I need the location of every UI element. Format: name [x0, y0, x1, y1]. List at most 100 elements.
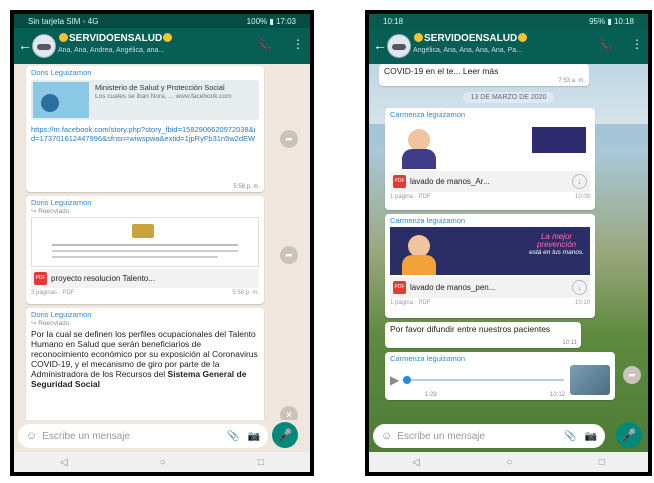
- message-bubble-audio[interactable]: Carmenza leguizamon ▶ 1:29 10:12: [385, 352, 615, 400]
- message-bubble-text[interactable]: Doris Leguizamon ↪ Reenviado Por la cual…: [26, 308, 264, 420]
- close-icon[interactable]: ✕: [280, 406, 298, 420]
- message-input-placeholder: Escribe un mensaje: [397, 430, 486, 442]
- android-nav-bar: ◁ ○ □: [369, 452, 648, 472]
- microphone-button[interactable]: 🎤: [616, 422, 642, 448]
- group-avatar[interactable]: [387, 34, 411, 58]
- sender-name[interactable]: Doris Leguizamon: [26, 308, 264, 319]
- sender-name[interactable]: Doris Leguizamon: [26, 66, 264, 77]
- message-time: 5:58 p. m.: [232, 290, 259, 296]
- message-text: Por la cual se definen los perfiles ocup…: [26, 327, 264, 401]
- message-bubble-document[interactable]: Doris Leguizamon ↪ Reenviado PDF proyect…: [26, 196, 264, 304]
- emoji-icon[interactable]: ☺: [381, 430, 392, 442]
- message-input[interactable]: ☺ Escribe un mensaje 📎 📷: [18, 424, 268, 448]
- nav-back-icon[interactable]: ◁: [60, 457, 68, 468]
- message-time: 10:09: [574, 194, 590, 200]
- illustration-shirt: [402, 255, 436, 275]
- document-file-row[interactable]: PDF lavado de manos_pen... ↓: [390, 277, 590, 298]
- document-pages: 3 páginas · PDF: [31, 290, 75, 296]
- add-call-icon[interactable]: 📞: [599, 38, 613, 51]
- link-preview-text: Ministerio de Salud y Protección Social …: [95, 83, 257, 101]
- right-chat-screen: 10:18 95% ▮ 10:18 ← SERVIDOENSALUD Angél…: [369, 14, 648, 472]
- forward-share-icon[interactable]: ➦: [623, 366, 641, 384]
- message-list[interactable]: COVID-19 en el te... Leer más 7:53 a. m.…: [369, 64, 648, 420]
- message-url[interactable]: https://m.facebook.com/story.php?story_f…: [26, 123, 264, 145]
- sender-name[interactable]: Carmenza leguizamon: [385, 352, 615, 363]
- illustration-person: [408, 235, 430, 257]
- audio-duration: 1:29: [425, 392, 437, 398]
- forwarded-label: ↪ Reenviado: [31, 208, 70, 215]
- message-input-placeholder: Escribe un mensaje: [42, 430, 131, 442]
- document-filename: proyecto resolucion Talento...: [51, 274, 155, 283]
- sender-name[interactable]: Carmenza leguizamon: [385, 108, 595, 119]
- nav-home-icon[interactable]: ○: [160, 457, 166, 468]
- audio-progress-handle[interactable]: [403, 376, 412, 384]
- sender-photo: [570, 365, 610, 395]
- nav-home-icon[interactable]: ○: [506, 457, 512, 468]
- emoji-icon[interactable]: ☺: [26, 430, 37, 442]
- camera-icon[interactable]: 📷: [248, 431, 260, 442]
- status-right-text: 95% ▮ 10:18: [589, 16, 634, 26]
- message-bubble-text[interactable]: Por favor difundir entre nuestros pacien…: [385, 322, 581, 348]
- link-preview-card[interactable]: Ministerio de Salud y Protección Social …: [31, 80, 259, 120]
- document-filename: lavado de manos_Ar...: [410, 177, 490, 186]
- download-icon[interactable]: ↓: [572, 280, 587, 295]
- nav-recents-icon[interactable]: □: [599, 457, 605, 468]
- document-thumbnail[interactable]: [390, 121, 590, 169]
- document-meta: 1 página · PDF 10:09: [385, 194, 595, 200]
- link-preview-thumbnail: [33, 82, 89, 118]
- message-text: COVID-19 en el te... Leer más: [384, 66, 499, 76]
- illustration-slogan: La mejor prevención está en tus manos.: [529, 233, 584, 257]
- illustration-banner: [532, 127, 586, 153]
- document-meta: 3 páginas · PDF 5:58 p. m.: [26, 290, 264, 296]
- nav-recents-icon[interactable]: □: [258, 457, 264, 468]
- microphone-button[interactable]: 🎤: [272, 422, 298, 448]
- illustration-person: [408, 129, 430, 151]
- message-bubble-link[interactable]: Doris Leguizamon Ministerio de Salud y P…: [26, 66, 264, 192]
- document-pages: 1 página · PDF: [390, 194, 431, 200]
- status-bar: 10:18 95% ▮ 10:18: [369, 14, 648, 28]
- message-time: 10:11: [562, 340, 577, 346]
- message-bubble-document[interactable]: Carmenza leguizamon PDF lavado de manos_…: [385, 108, 595, 210]
- camera-icon[interactable]: 📷: [585, 431, 597, 442]
- forward-share-icon[interactable]: ➦: [280, 130, 298, 148]
- status-bar: Sin tarjeta SIM ◦ 4G 100% ▮ 17:03: [14, 14, 310, 28]
- document-file-row[interactable]: PDF proyecto resolucion Talento...: [31, 269, 259, 288]
- more-options-icon[interactable]: ⋮: [631, 37, 643, 51]
- audio-player[interactable]: ▶: [385, 363, 615, 405]
- pdf-icon: PDF: [393, 281, 406, 294]
- message-list[interactable]: Doris Leguizamon Ministerio de Salud y P…: [14, 64, 310, 420]
- message-bubble-text[interactable]: COVID-19 en el te... Leer más 7:53 a. m.: [379, 64, 589, 86]
- illustration-shirt: [402, 149, 436, 169]
- forward-share-icon[interactable]: ➦: [280, 246, 298, 264]
- play-icon[interactable]: ▶: [390, 373, 399, 387]
- slogan-line: está en tus manos.: [529, 249, 584, 256]
- group-avatar[interactable]: [32, 34, 56, 58]
- right-phone-screenshot: 10:18 95% ▮ 10:18 ← SERVIDOENSALUD Angél…: [365, 10, 652, 476]
- document-thumbnail[interactable]: [31, 217, 259, 267]
- chat-header: ← SERVIDOENSALUD Angélica, Ana, Ana, Ana…: [369, 28, 648, 64]
- document-file-row[interactable]: PDF lavado de manos_Ar... ↓: [390, 171, 590, 192]
- message-input[interactable]: ☺ Escribe un mensaje 📎 📷: [373, 424, 605, 448]
- document-meta: 1 página · PDF 10:10: [385, 300, 595, 306]
- more-options-icon[interactable]: ⋮: [292, 37, 304, 51]
- group-name[interactable]: SERVIDOENSALUD: [58, 33, 173, 44]
- message-bubble-document[interactable]: Carmenza leguizamon La mejor prevención …: [385, 214, 595, 318]
- back-arrow-icon[interactable]: ←: [18, 37, 32, 53]
- document-thumbnail[interactable]: La mejor prevención está en tus manos.: [390, 227, 590, 275]
- status-left-text: Sin tarjeta SIM ◦ 4G: [28, 16, 99, 26]
- audio-progress-track[interactable]: [403, 376, 564, 384]
- back-arrow-icon[interactable]: ←: [373, 37, 387, 53]
- attach-icon[interactable]: 📎: [564, 431, 576, 442]
- forwarded-label: ↪ Reenviado: [31, 320, 70, 327]
- sender-name[interactable]: Carmenza leguizamon: [385, 214, 595, 225]
- status-right-text: 100% ▮ 17:03: [246, 16, 296, 26]
- nav-back-icon[interactable]: ◁: [412, 457, 420, 468]
- add-call-icon[interactable]: 📞: [258, 38, 272, 51]
- attach-icon[interactable]: 📎: [227, 431, 239, 442]
- download-icon[interactable]: ↓: [572, 174, 587, 189]
- document-text-line: [52, 244, 238, 246]
- participants-list: Ana, Ana, Andrea, Angélica, ana...: [58, 47, 165, 54]
- smile-emoji-icon: [518, 33, 528, 42]
- group-name[interactable]: SERVIDOENSALUD: [413, 33, 528, 44]
- sender-name[interactable]: Doris Leguizamon: [26, 196, 264, 207]
